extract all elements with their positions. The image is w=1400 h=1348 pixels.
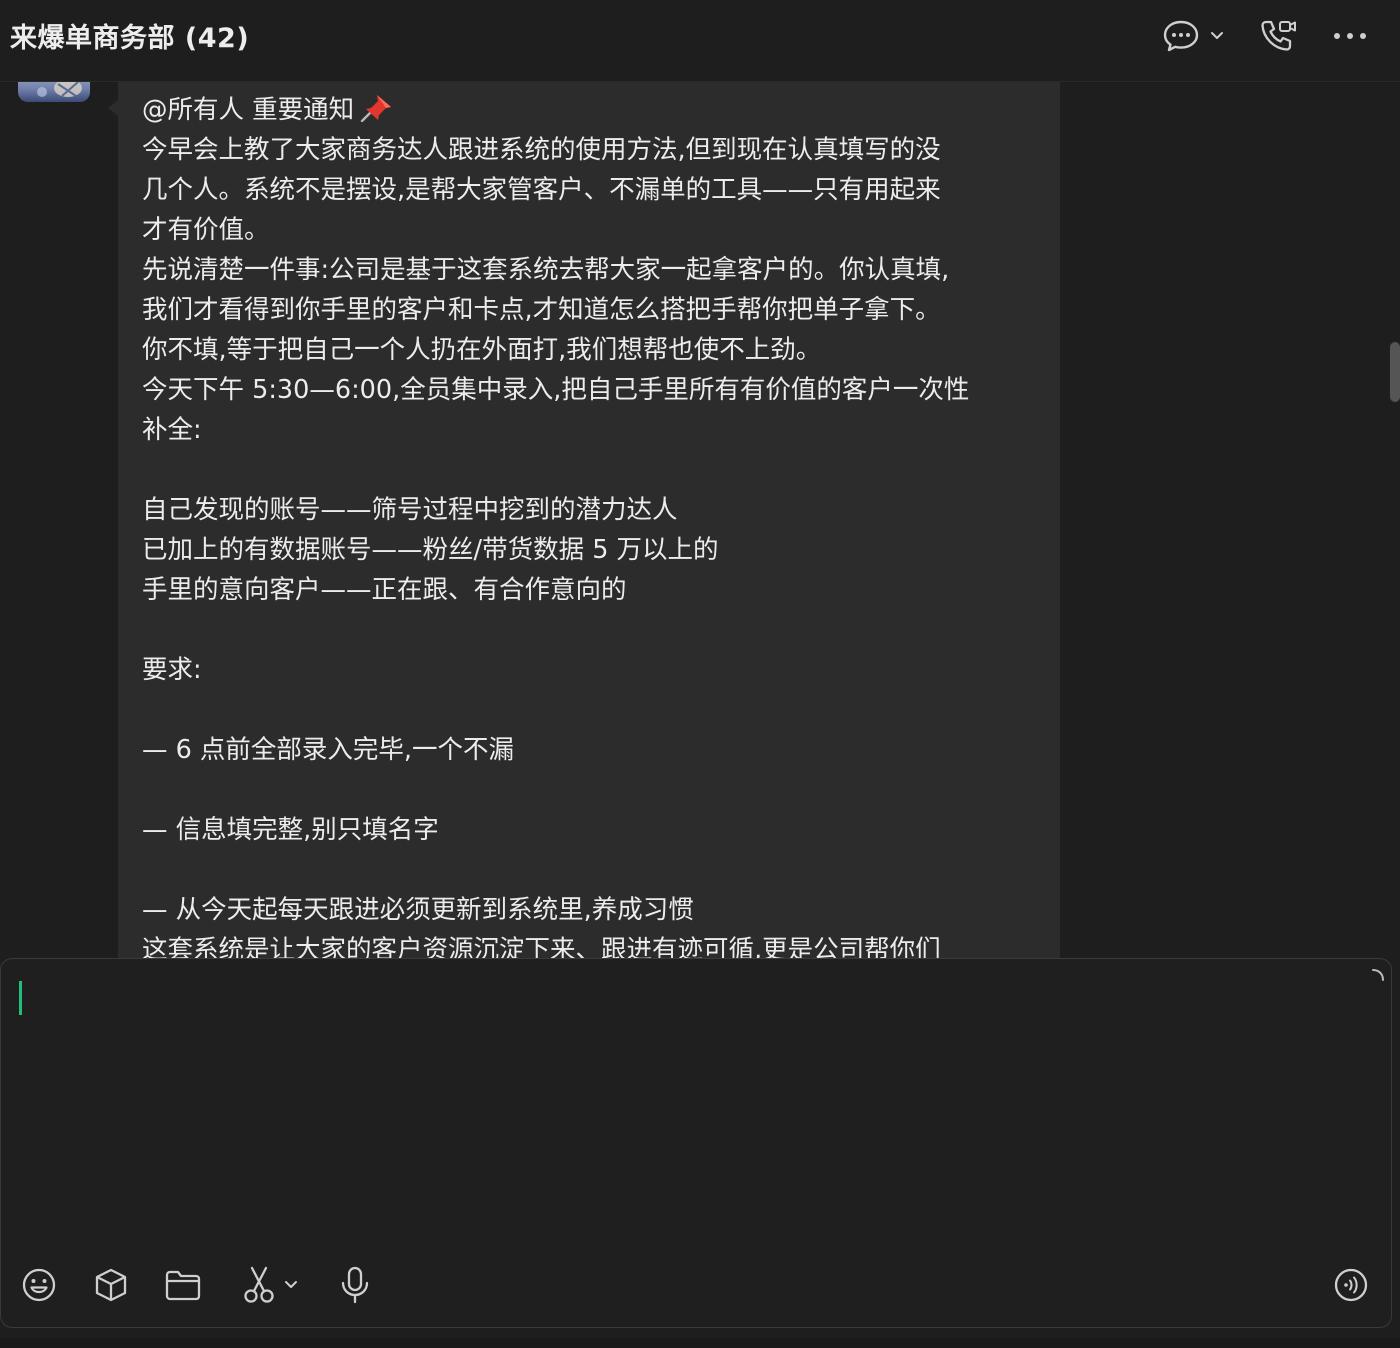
message-line (142, 610, 1042, 650)
message-line: — 信息填完整,别只填名字 (142, 815, 439, 845)
resize-handle-icon[interactable] (1371, 967, 1385, 981)
message-line: — 6 点前全部录入完毕,一个不漏 (142, 735, 515, 765)
message-line (142, 450, 1042, 490)
message-line: 先说清楚一件事:公司是基于这套系统去帮大家一起拿客户的。你认真填, (142, 255, 950, 285)
video-call-icon (1258, 18, 1298, 54)
chat-header: 来爆单商务部 (42) (0, 0, 1400, 82)
chat-options-button[interactable] (1158, 16, 1228, 56)
chat-bubble-icon (1162, 19, 1200, 53)
message-line: 要求: (142, 655, 202, 685)
text-caret (19, 981, 22, 1015)
cube-icon (93, 1267, 129, 1303)
message-list[interactable]: @所有人 重要通知 今早会上教了大家商务达人跟进系统的使用方法,但到现在认真填写… (0, 82, 1400, 958)
voice-input-button[interactable] (1331, 1265, 1371, 1305)
more-button[interactable] (1330, 16, 1370, 56)
message-line (142, 690, 1042, 730)
voice-button[interactable] (335, 1265, 375, 1305)
mini-app-button[interactable] (91, 1265, 131, 1305)
avatar[interactable] (18, 82, 90, 102)
message-line: 我们才看得到你手里的客户和卡点,才知道怎么搭把手帮你把单子拿下。 (142, 295, 941, 325)
emoji-button[interactable] (19, 1265, 59, 1305)
message-text: @所有人 重要通知 今早会上教了大家商务达人跟进系统的使用方法,但到现在认真填写… (142, 90, 1042, 958)
message-line: 手里的意向客户——正在跟、有合作意向的 (142, 575, 627, 605)
chevron-down-icon (284, 1280, 298, 1290)
file-button[interactable] (163, 1265, 203, 1305)
message-line: 今早会上教了大家商务达人跟进系统的使用方法,但到现在认真填写的没 (142, 135, 941, 165)
message-line: 自己发现的账号——筛号过程中挖到的潜力达人 (142, 495, 678, 525)
message-input[interactable] (29, 977, 1359, 1237)
screenshot-button[interactable] (233, 1265, 307, 1305)
message-line (142, 850, 1042, 890)
message-line: 已加上的有数据账号——粉丝/带货数据 5 万以上的 (142, 535, 719, 565)
folder-icon (164, 1268, 202, 1302)
message-composer (0, 958, 1392, 1328)
more-icon (1333, 32, 1367, 40)
message-line: 几个人。系统不是摆设,是帮大家管客户、不漏单的工具——只有用起来 (142, 175, 941, 205)
message-line: 今天下午 5:30—6:00,全员集中录入,把自己手里所有有价值的客户一次性 (142, 375, 970, 405)
pushpin-icon (360, 92, 394, 130)
message-line: — 从今天起每天跟进必须更新到系统里,养成习惯 (142, 895, 694, 925)
scissors-icon (242, 1266, 276, 1304)
message-line (142, 770, 1042, 810)
bottom-border (0, 1338, 1400, 1348)
message-line: @所有人 重要通知 (142, 90, 1042, 130)
chat-window: 来爆单商务部 (42) @所有人 重要通知 今早会上教了大家商务达人跟进系统的使… (0, 0, 1400, 1348)
voice-to-text-icon (1333, 1267, 1369, 1303)
message-line: 补全: (142, 415, 202, 445)
message-line: 才有价值。 (142, 215, 270, 245)
chat-title: 来爆单商务部 (42) (10, 23, 250, 54)
emoji-icon (21, 1267, 57, 1303)
call-button[interactable] (1256, 16, 1300, 56)
message-line: 这套系统是让大家的客户资源沉淀下来、跟进有迹可循,更是公司帮你们 (142, 935, 941, 958)
chevron-down-icon (1210, 31, 1224, 41)
scrollbar-thumb[interactable] (1390, 342, 1400, 402)
microphone-icon (340, 1266, 370, 1304)
message-line: 你不填,等于把自己一个人扔在外面打,我们想帮也使不上劲。 (142, 335, 822, 365)
bubble-tail (108, 100, 118, 116)
